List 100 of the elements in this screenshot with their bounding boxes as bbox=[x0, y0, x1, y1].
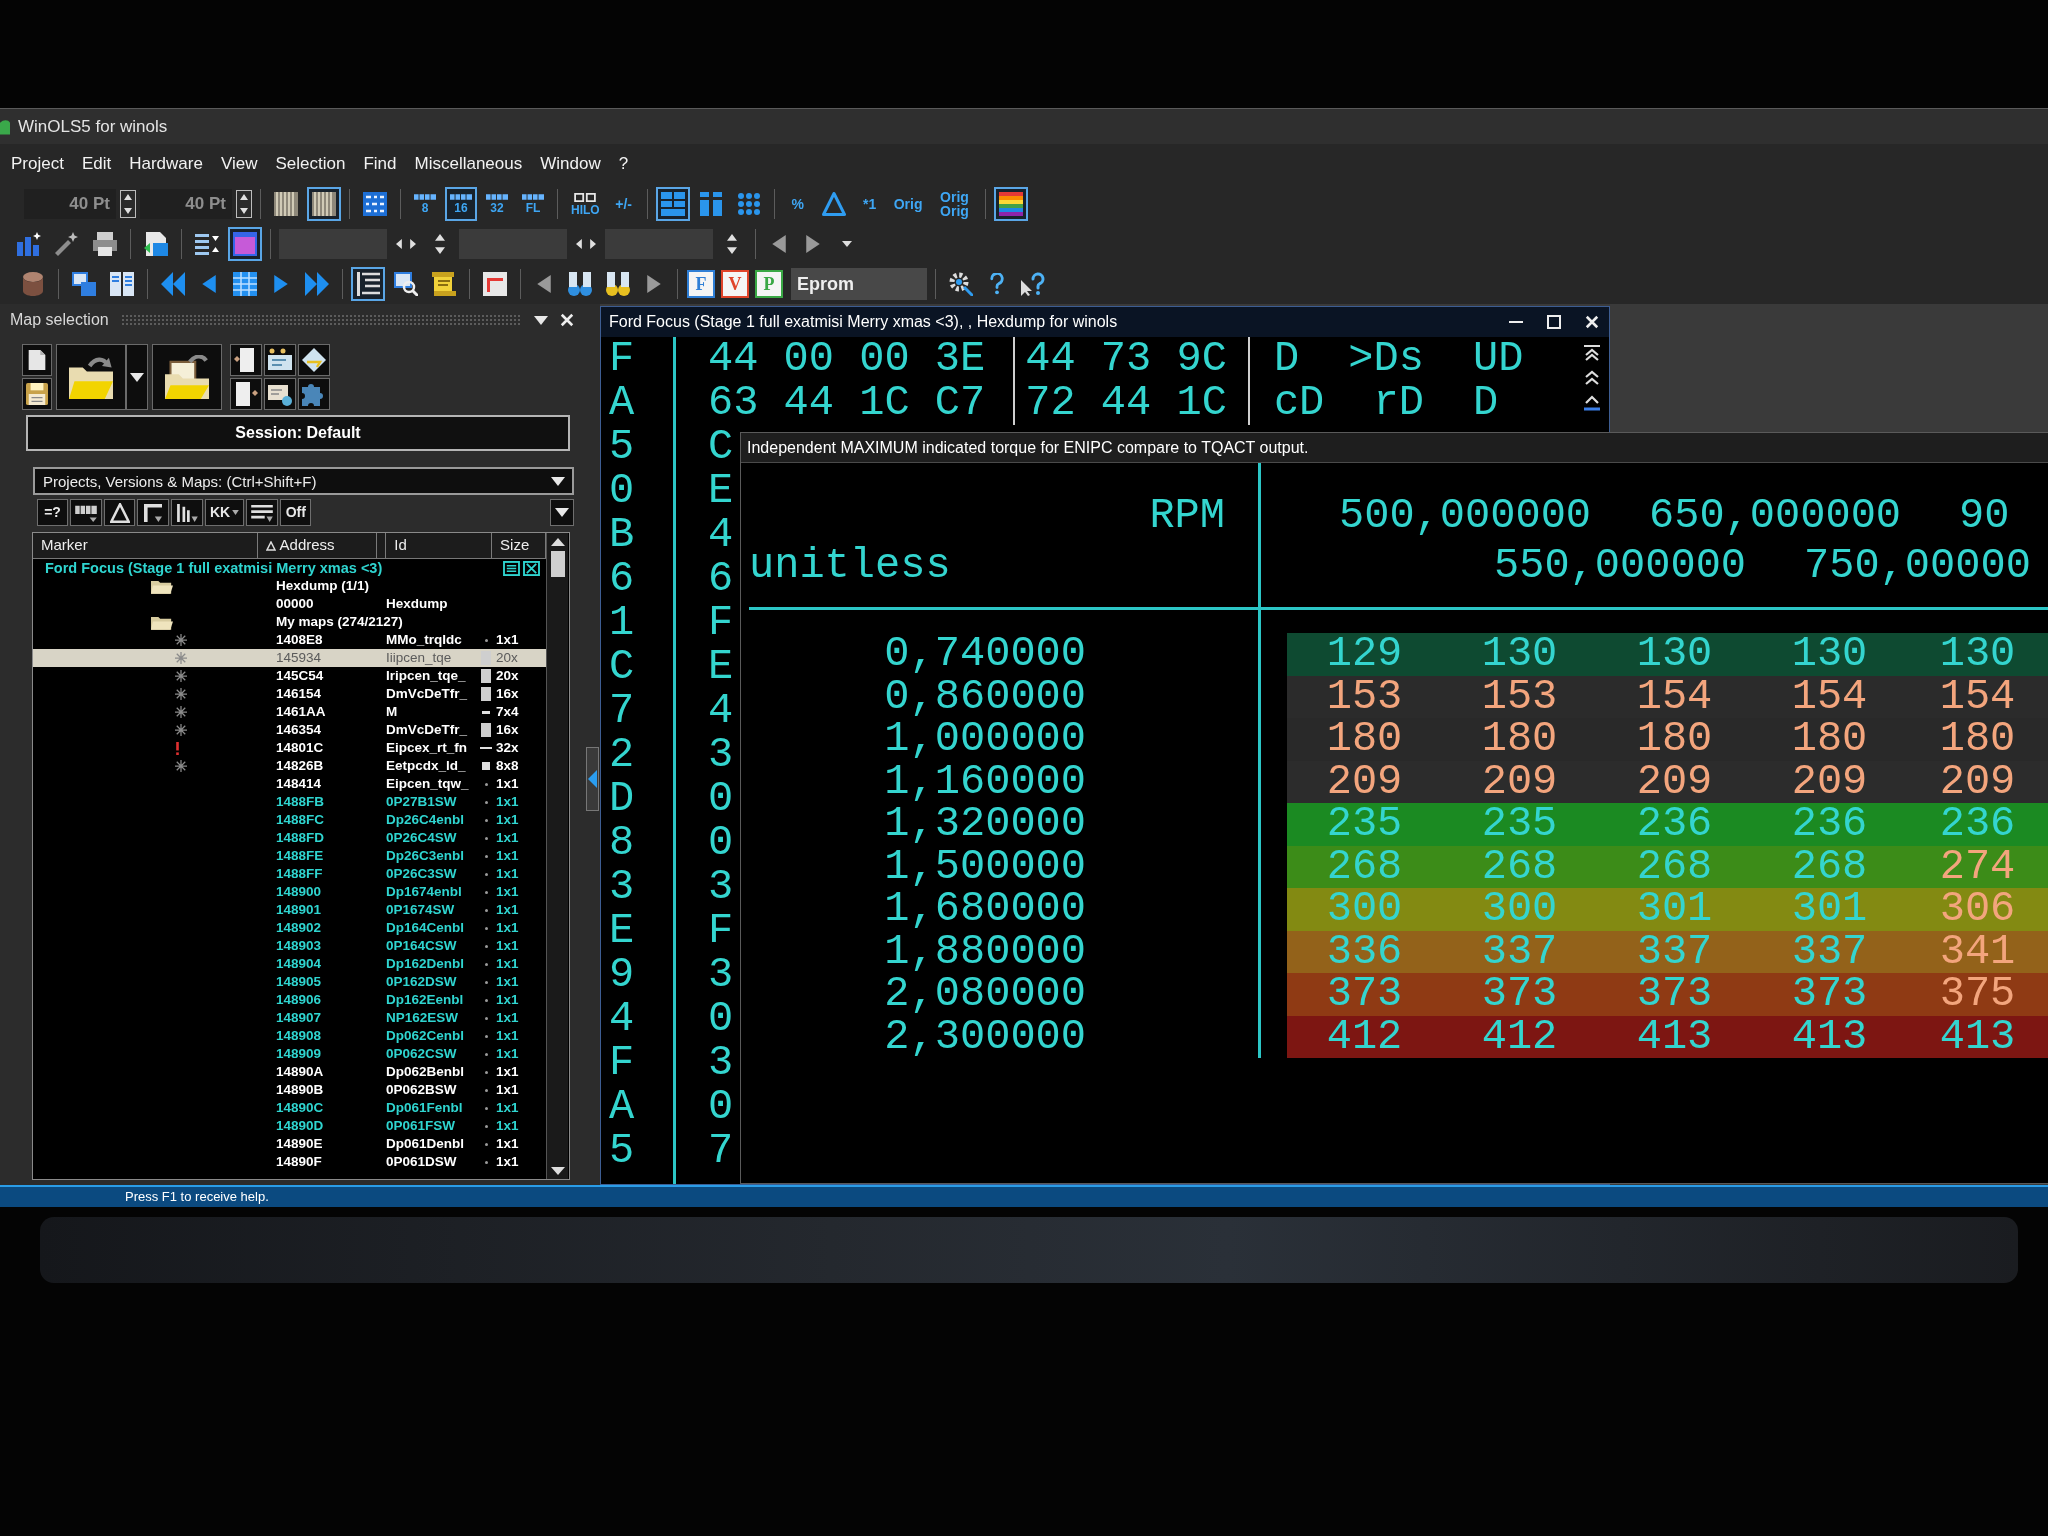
toolbar-button[interactable] bbox=[230, 378, 262, 410]
list-item[interactable]: 146354 DmVcDeTfr_ 16x bbox=[33, 721, 546, 739]
list-item[interactable]: 145C54 Iripcen_tqe_ 20x bbox=[33, 667, 546, 685]
list-item[interactable]: 148902 Dp164Cenbl 1x1 bbox=[33, 919, 546, 937]
toolbar-button[interactable]: V bbox=[721, 270, 749, 298]
list-item[interactable]: 1488FD 0P26C4SW 1x1 bbox=[33, 829, 546, 847]
filter-button[interactable] bbox=[137, 499, 169, 526]
list-item[interactable]: 1461AA M 7x4 bbox=[33, 703, 546, 721]
list-item[interactable]: 148414 Eipcen_tqw_ 1x1 bbox=[33, 775, 546, 793]
menu-item[interactable]: Find bbox=[354, 149, 406, 179]
up-arrow-icon[interactable] bbox=[550, 538, 565, 546]
toolbar-button[interactable]: 16 bbox=[445, 187, 477, 221]
menu-item[interactable]: Selection bbox=[266, 149, 355, 179]
dropdown-field[interactable]: Eprom bbox=[791, 268, 927, 300]
list-item[interactable]: Hexdump (1/1) bbox=[33, 577, 546, 595]
toolbar-button[interactable]: *1 bbox=[854, 187, 885, 221]
toolbar-button[interactable]: +/- bbox=[608, 187, 639, 221]
list-item[interactable]: 1488FF 0P26C3SW 1x1 bbox=[33, 865, 546, 883]
toolbar-button[interactable]: % bbox=[782, 187, 813, 221]
list-item[interactable]: 14826B Eetpcdx_ld_ 8x8 bbox=[33, 757, 546, 775]
collapse-button[interactable] bbox=[586, 747, 599, 811]
menu-item[interactable]: View bbox=[211, 149, 267, 179]
filter-button[interactable] bbox=[70, 499, 102, 526]
search-field[interactable]: Projects, Versions & Maps: (Ctrl+Shift+F) bbox=[33, 467, 574, 495]
filter-button[interactable] bbox=[246, 499, 279, 526]
scrollbar-thumb[interactable] bbox=[550, 551, 565, 577]
number-field[interactable]: 40 Pt bbox=[24, 189, 116, 219]
bar-double-chevron-up-icon[interactable] bbox=[1584, 345, 1600, 361]
menu-item[interactable]: ? bbox=[609, 149, 638, 179]
menu-item[interactable]: Edit bbox=[72, 149, 121, 179]
toolbar-button[interactable] bbox=[22, 378, 52, 410]
filter-button[interactable]: Off bbox=[280, 499, 312, 526]
list-item[interactable]: 00000 Hexdump bbox=[33, 595, 546, 613]
dropdown-button[interactable] bbox=[550, 499, 574, 526]
close-box-icon[interactable] bbox=[523, 560, 540, 576]
toolbar-button[interactable]: 32 bbox=[481, 187, 513, 221]
list-box-icon[interactable] bbox=[503, 560, 520, 576]
number-field[interactable]: 40 Pt bbox=[140, 189, 232, 219]
column-header[interactable]: Id bbox=[386, 533, 493, 558]
toolbar-button[interactable] bbox=[307, 187, 341, 221]
double-chevron-up-icon[interactable] bbox=[1584, 370, 1600, 386]
list-item[interactable]: 1488FB 0P27B1SW 1x1 bbox=[33, 793, 546, 811]
toolbar-button[interactable] bbox=[152, 344, 222, 410]
toolbar-button[interactable] bbox=[655, 187, 690, 221]
toolbar-button[interactable] bbox=[264, 378, 296, 410]
list-item[interactable]: 148907 NP162ESW 1x1 bbox=[33, 1009, 546, 1027]
toolbar-button[interactable]: 8 bbox=[409, 187, 441, 221]
list-item[interactable]: 148905 0P162DSW 1x1 bbox=[33, 973, 546, 991]
toolbar-button[interactable] bbox=[22, 344, 52, 376]
list-item[interactable]: 14890D 0P061FSW 1x1 bbox=[33, 1117, 546, 1135]
list-item[interactable]: 148908 Dp062Cenbl 1x1 bbox=[33, 1027, 546, 1045]
filter-button[interactable] bbox=[104, 499, 135, 526]
menu-item[interactable]: Miscellaneous bbox=[405, 149, 532, 179]
spinner-icon[interactable] bbox=[236, 190, 252, 218]
down-arrow-icon[interactable] bbox=[550, 1167, 565, 1175]
list-item[interactable]: 1408E8 MMo_trqIdc 1x1 bbox=[33, 631, 546, 649]
list-item[interactable]: 14890B 0P062BSW 1x1 bbox=[33, 1081, 546, 1099]
list-item[interactable]: 148900 Dp1674enbl 1x1 bbox=[33, 883, 546, 901]
list-item[interactable]: 14890E Dp061Denbl 1x1 bbox=[33, 1135, 546, 1153]
toolbar-button[interactable] bbox=[351, 267, 385, 301]
list-item[interactable]: 148901 0P1674SW 1x1 bbox=[33, 901, 546, 919]
list-item[interactable]: Ford Focus (Stage 1 full exatmisi Merry xmas <3) bbox=[33, 559, 546, 577]
toolbar-button[interactable] bbox=[230, 344, 262, 376]
list-item[interactable]: 148906 Dp162Eenbl 1x1 bbox=[33, 991, 546, 1009]
list-item[interactable]: 148909 0P062CSW 1x1 bbox=[33, 1045, 546, 1063]
close-icon[interactable] bbox=[560, 313, 574, 327]
toolbar-button[interactable]: FL bbox=[517, 187, 549, 221]
caret-down-icon[interactable] bbox=[551, 477, 565, 486]
list-item[interactable]: My maps (274/2127) bbox=[33, 613, 546, 631]
toolbar-button[interactable] bbox=[298, 344, 330, 376]
menu-item[interactable]: Window bbox=[531, 149, 610, 179]
spinner-icon[interactable] bbox=[120, 190, 136, 218]
toolbar-button[interactable]: Orig bbox=[888, 187, 928, 221]
column-header[interactable]: Marker bbox=[33, 533, 258, 558]
filter-button[interactable]: KK bbox=[205, 499, 245, 526]
list-item[interactable]: 148904 Dp162Denbl 1x1 bbox=[33, 955, 546, 973]
list-item[interactable]: 1488FE Dp26C3enbl 1x1 bbox=[33, 847, 546, 865]
toolbar-button[interactable] bbox=[228, 227, 262, 261]
scrollbar[interactable] bbox=[546, 533, 568, 1179]
toolbar-button[interactable]: HILO bbox=[566, 187, 605, 221]
maximize-icon[interactable] bbox=[1547, 315, 1561, 329]
filter-button[interactable]: =? bbox=[37, 499, 68, 526]
filter-button[interactable] bbox=[171, 499, 203, 526]
toolbar-button[interactable]: Orig Orig bbox=[931, 187, 978, 221]
menu-item[interactable]: Hardware bbox=[120, 149, 212, 179]
list-item[interactable]: 14890F 0P061DSW 1x1 bbox=[33, 1153, 546, 1171]
list-item[interactable]: 14890C Dp061Fenbl 1x1 bbox=[33, 1099, 546, 1117]
caret-down-icon[interactable] bbox=[534, 315, 548, 325]
list-item[interactable]: 146154 DmVcDeTfr_ 16x bbox=[33, 685, 546, 703]
dropdown-button[interactable] bbox=[126, 344, 148, 410]
toolbar-button[interactable] bbox=[994, 187, 1029, 221]
list-item[interactable]: 14890A Dp062Benbl 1x1 bbox=[33, 1063, 546, 1081]
toolbar-button[interactable]: F bbox=[687, 270, 715, 298]
chevron-up-icon[interactable] bbox=[1584, 395, 1600, 411]
session-bar[interactable]: Session: Default bbox=[26, 415, 570, 451]
column-header[interactable]: Address bbox=[257, 533, 378, 558]
toolbar-button[interactable] bbox=[264, 344, 296, 376]
menu-item[interactable]: Project bbox=[2, 149, 73, 179]
list-item[interactable]: 148903 0P164CSW 1x1 bbox=[33, 937, 546, 955]
list-item[interactable]: 14801C Eipcex_rt_fn 32x bbox=[33, 739, 546, 757]
